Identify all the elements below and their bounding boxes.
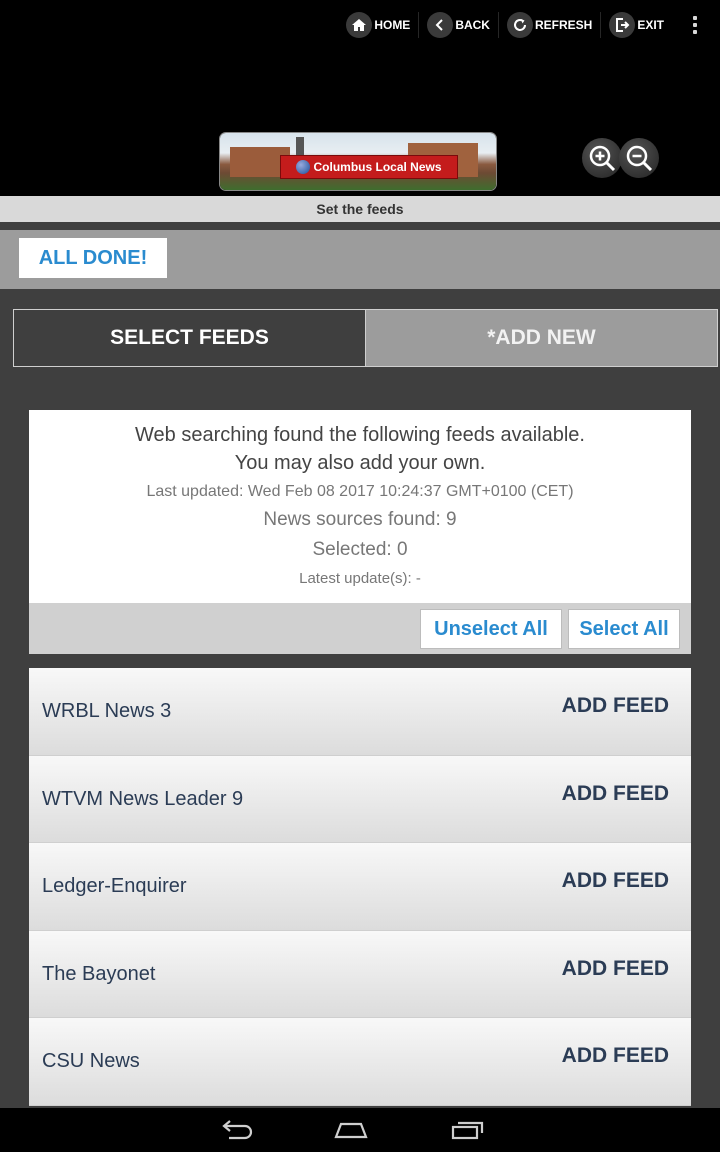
last-updated-text: Last updated: Wed Feb 08 2017 10:24:37 G… [146, 483, 574, 500]
info-text: You may also add your own. [234, 452, 486, 474]
sources-found-text: News sources found: 9 [263, 509, 457, 530]
all-done-button[interactable]: ALL DONE! [19, 238, 167, 278]
system-nav-bar [0, 1108, 720, 1152]
select-all-button[interactable]: Select All [568, 609, 680, 649]
back-label: BACK [455, 18, 490, 32]
add-feed-button[interactable]: ADD FEED [562, 869, 669, 893]
list-item[interactable]: WRBL News 3 ADD FEED [29, 668, 691, 756]
globe-icon [296, 160, 311, 174]
selected-count-text: Selected: 0 [312, 539, 408, 560]
latest-updates-text: Latest update(s): - [299, 570, 421, 587]
feed-name: WTVM News Leader 9 [42, 787, 244, 810]
chevron-left-icon [427, 12, 454, 38]
exit-label: EXIT [637, 18, 664, 32]
zoom-in-icon[interactable] [582, 138, 622, 178]
logo-smokestack [296, 137, 304, 157]
logo-title: Columbus Local News [313, 160, 442, 174]
system-back-icon[interactable] [219, 1118, 253, 1142]
overflow-menu-icon[interactable] [680, 10, 710, 40]
page-subtitle: Set the feeds [0, 196, 720, 222]
list-item[interactable]: The Bayonet ADD FEED [29, 930, 691, 1018]
feed-name: Ledger-Enquirer [42, 875, 187, 897]
tab-select-feeds[interactable]: SELECT FEEDS [14, 310, 365, 366]
list-item[interactable]: WTVM News Leader 9 ADD FEED [29, 755, 691, 843]
feed-list: WRBL News 3 ADD FEED WTVM News Leader 9 … [29, 668, 691, 1106]
logo-banner: Columbus Local News [280, 155, 458, 179]
back-button[interactable]: BACK [419, 10, 498, 40]
unselect-all-button[interactable]: Unselect All [420, 609, 562, 649]
add-feed-button[interactable]: ADD FEED [562, 957, 669, 981]
feed-name: CSU News [42, 1050, 140, 1072]
nav-bar: HOME BACK REFRESH EXIT [338, 10, 720, 40]
home-label: HOME [374, 18, 411, 32]
refresh-button[interactable]: REFRESH [499, 10, 600, 40]
refresh-icon [506, 12, 533, 38]
tab-add-new[interactable]: *ADD NEW [365, 310, 717, 366]
home-icon [346, 12, 373, 38]
feed-name: The Bayonet [42, 962, 156, 985]
tab-bar: SELECT FEEDS *ADD NEW [13, 309, 718, 367]
search-info-panel: Web searching found the following feeds … [29, 410, 691, 603]
add-feed-button[interactable]: ADD FEED [562, 694, 669, 718]
add-feed-button[interactable]: ADD FEED [562, 782, 669, 806]
app-logo: Columbus Local News [220, 133, 496, 190]
top-bar: HOME BACK REFRESH EXIT Columbus Local Ne… [0, 0, 720, 196]
refresh-label: REFRESH [534, 18, 593, 32]
system-home-icon[interactable] [333, 1118, 369, 1142]
list-item[interactable]: Ledger-Enquirer ADD FEED [29, 843, 691, 931]
system-recents-icon[interactable] [449, 1118, 485, 1142]
exit-button[interactable]: EXIT [601, 10, 672, 40]
info-text: Web searching found the following feeds … [135, 424, 585, 446]
selection-bar: Unselect All Select All [29, 603, 691, 654]
zoom-out-icon[interactable] [619, 138, 659, 178]
list-item[interactable]: CSU News ADD FEED [29, 1018, 691, 1106]
add-feed-button[interactable]: ADD FEED [562, 1044, 669, 1068]
exit-icon [609, 12, 636, 38]
home-button[interactable]: HOME [338, 10, 418, 40]
feed-name: WRBL News 3 [42, 700, 172, 722]
done-bar: ALL DONE! [0, 230, 720, 289]
